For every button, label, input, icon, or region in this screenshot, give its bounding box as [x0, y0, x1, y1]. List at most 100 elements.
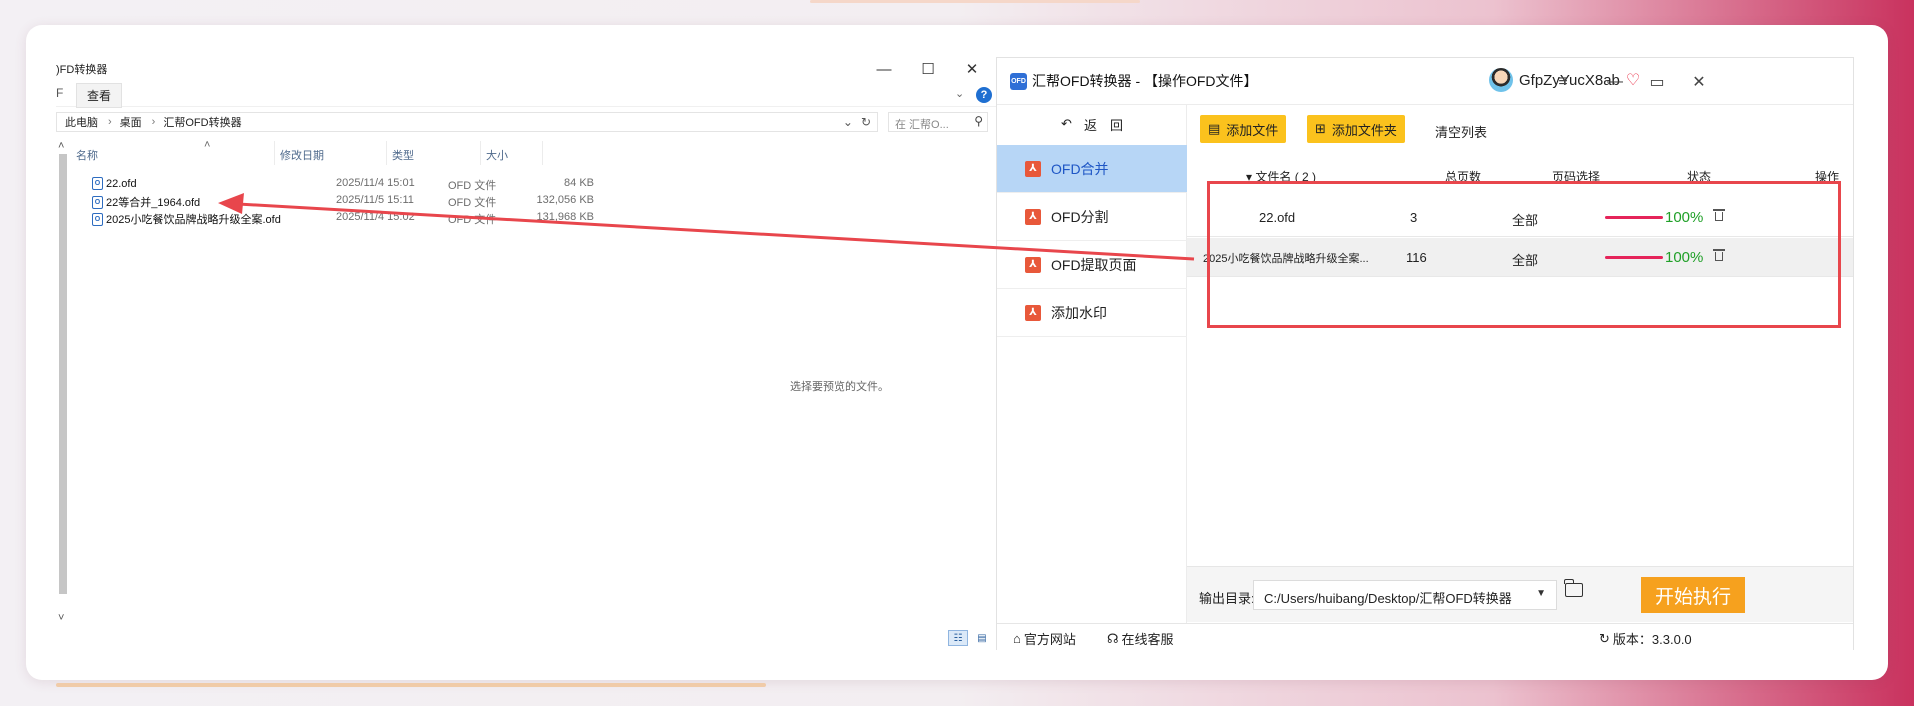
column-divider[interactable] — [480, 141, 481, 165]
minimize-button[interactable]: — — [1595, 68, 1635, 96]
website-label: 官方网站 — [1023, 632, 1076, 647]
pdf-icon: ⅄ — [1025, 208, 1041, 225]
refresh-icon: ↻ — [1599, 630, 1610, 646]
file-name: 22等合并_1964.ofd — [106, 197, 201, 209]
sidebar-item-ofd-split[interactable]: ⅄ OFD分割 — [997, 193, 1187, 241]
sidebar-item-ofd-extract[interactable]: ⅄ OFD提取页面 — [997, 241, 1187, 289]
add-folder-button[interactable]: ⊞ 添加文件夹 — [1307, 115, 1405, 143]
file-type: OFD 文件 — [448, 180, 497, 192]
file-date: 2025/11/5 15:11 — [336, 194, 414, 206]
column-divider[interactable] — [386, 141, 387, 165]
start-button[interactable]: 开始执行 — [1641, 577, 1745, 613]
output-path: C:/Users/huibang/Desktop/汇帮OFD转换器 — [1264, 591, 1512, 606]
chevron-down-icon[interactable]: ⌄ — [955, 87, 964, 100]
file-add-icon: ▤ — [1208, 121, 1221, 136]
column-name[interactable]: 名称 — [76, 147, 98, 163]
dropdown-icon[interactable]: ⌄ — [843, 115, 853, 129]
output-footer: 输出目录: C:/Users/huibang/Desktop/汇帮OFD转换器 … — [1187, 566, 1853, 622]
add-file-button[interactable]: ▤ 添加文件 — [1200, 115, 1287, 143]
details-view-icon[interactable]: ☷ — [948, 630, 968, 646]
add-file-label: 添加文件 — [1226, 122, 1279, 138]
app-title: 汇帮OFD转换器 - 【操作OFD文件】 — [1032, 73, 1258, 89]
converter-sidebar: ↶ 返 回 ⅄ OFD合并 ⅄ OFD分割 ⅄ OFD提取页面 ⅄ 添加水印 — [997, 105, 1187, 623]
file-size: 131,968 KB — [536, 211, 595, 223]
maximize-button[interactable]: ☐ — [906, 55, 950, 83]
folder-icon[interactable] — [1564, 579, 1583, 597]
scrollbar[interactable]: ˄ ˅ — [56, 140, 70, 630]
search-placeholder: 在 汇帮O... — [895, 119, 949, 131]
tiles-view-icon[interactable]: ▤ — [972, 630, 992, 646]
breadcrumb-desktop[interactable]: 桌面 — [120, 114, 142, 130]
version-info[interactable]: ↻ 版本：3.3.0.0 — [1599, 629, 1692, 648]
folder-add-icon: ⊞ — [1315, 121, 1326, 136]
menu-icon[interactable]: ≡ — [1543, 68, 1583, 96]
column-size[interactable]: 大小 — [486, 147, 508, 163]
close-button[interactable]: ✕ — [950, 55, 994, 83]
back-button[interactable]: ↶ 返 回 — [997, 105, 1187, 143]
sidebar-item-watermark[interactable]: ⅄ 添加水印 — [997, 289, 1187, 337]
pdf-icon: ⅄ — [1025, 304, 1041, 321]
add-folder-label: 添加文件夹 — [1331, 122, 1397, 138]
sidebar-item-label: 添加水印 — [1051, 304, 1107, 321]
version-label: 版本：3.3.0.0 — [1612, 632, 1692, 647]
highlight-box — [1207, 181, 1841, 328]
official-website-link[interactable]: ⌂ 官方网站 — [1013, 629, 1076, 648]
status-bar: ⌂ 官方网站 ☊ 在线客服 ↻ 版本：3.3.0.0 — [997, 623, 1853, 650]
ofd-file-icon: O — [92, 195, 103, 209]
file-size: 132,056 KB — [536, 194, 595, 206]
file-date: 2025/11/4 15:01 — [336, 177, 415, 189]
back-arrow-icon: ↶ — [1061, 116, 1072, 131]
view-toggle[interactable]: ☷ ▤ — [948, 630, 992, 646]
chevron-right-icon: › — [108, 116, 112, 128]
column-type[interactable]: 类型 — [392, 147, 414, 163]
refresh-icon[interactable]: ↻ — [861, 115, 871, 129]
ribbon: F 查看 ⌄ — [56, 81, 996, 108]
avatar[interactable] — [1489, 68, 1513, 92]
sidebar-item-label: OFD提取页面 — [1051, 256, 1137, 273]
breadcrumb-this-pc[interactable]: 此电脑 — [65, 114, 98, 130]
sidebar-item-ofd-merge[interactable]: ⅄ OFD合并 — [997, 145, 1187, 193]
chevron-right-icon: › — [151, 116, 156, 128]
home-icon: ⌂ — [1013, 631, 1021, 646]
address-bar[interactable]: 此电脑 › 桌面 › 汇帮OFD转换器 ⌄ ↻ — [56, 112, 878, 132]
breadcrumb-folder[interactable]: 汇帮OFD转换器 — [163, 114, 241, 130]
file-date: 2025/11/4 15:02 — [336, 211, 415, 223]
file-name: 2025小吃餐饮品牌战略升级全案.ofd — [106, 214, 281, 226]
maximize-button[interactable]: ▭ — [1637, 68, 1677, 96]
ofd-converter-window: OFD 汇帮OFD转换器 - 【操作OFD文件】 GfpZyYucX8ab ♡ … — [996, 57, 1854, 650]
column-divider[interactable] — [542, 141, 543, 165]
file-type: OFD 文件 — [448, 197, 497, 209]
clear-list-button[interactable]: 清空列表 — [1435, 122, 1487, 141]
file-row[interactable]: O 22.ofd 2025/11/4 15:01 OFD 文件 84 KB — [92, 175, 722, 193]
output-dir-select[interactable]: C:/Users/huibang/Desktop/汇帮OFD转换器 ▼ — [1253, 580, 1557, 610]
output-label: 输出目录: — [1199, 591, 1255, 606]
bottom-decoration — [56, 683, 766, 687]
pdf-icon: ⅄ — [1025, 256, 1041, 273]
online-support-link[interactable]: ☊ 在线客服 — [1107, 629, 1174, 648]
top-decoration — [810, 0, 1140, 3]
sidebar-item-label: OFD合并 — [1051, 160, 1109, 177]
sidebar-item-label: OFD分割 — [1051, 208, 1109, 225]
back-label: 返 回 — [1083, 117, 1123, 133]
scrollbar-thumb[interactable] — [59, 154, 67, 594]
file-name: 22.ofd — [106, 177, 137, 190]
minimize-button[interactable]: — — [862, 55, 906, 83]
scroll-down-icon[interactable]: ˅ — [58, 612, 64, 624]
close-button[interactable]: ✕ — [1679, 68, 1719, 96]
ofd-file-icon: O — [92, 212, 103, 226]
search-input[interactable]: 在 汇帮O... ⚲ — [888, 112, 988, 132]
scroll-up-icon[interactable]: ˄ — [58, 140, 64, 152]
column-date[interactable]: 修改日期 — [280, 147, 324, 163]
ofd-file-icon: O — [92, 177, 103, 190]
headset-icon: ☊ — [1107, 630, 1119, 646]
tab-view[interactable]: 查看 — [76, 83, 123, 108]
column-divider[interactable] — [274, 141, 275, 165]
file-row[interactable]: O 2025小吃餐饮品牌战略升级全案.ofd 2025/11/4 15:02 OF… — [92, 209, 722, 227]
file-row[interactable]: O 22等合并_1964.ofd 2025/11/5 15:11 OFD 文件 1… — [92, 192, 722, 210]
ribbon-tab-partial[interactable]: F — [56, 86, 63, 100]
search-icon: ⚲ — [974, 114, 983, 128]
sort-caret-icon: ˄ — [204, 139, 211, 151]
help-icon[interactable]: ? — [976, 87, 992, 103]
file-explorer-window: )FD转换器 — ☐ ✕ F 查看 ⌄ ? 此电脑 › 桌面 › 汇帮OFD转换… — [56, 55, 996, 650]
app-logo-icon: OFD — [1010, 72, 1027, 90]
